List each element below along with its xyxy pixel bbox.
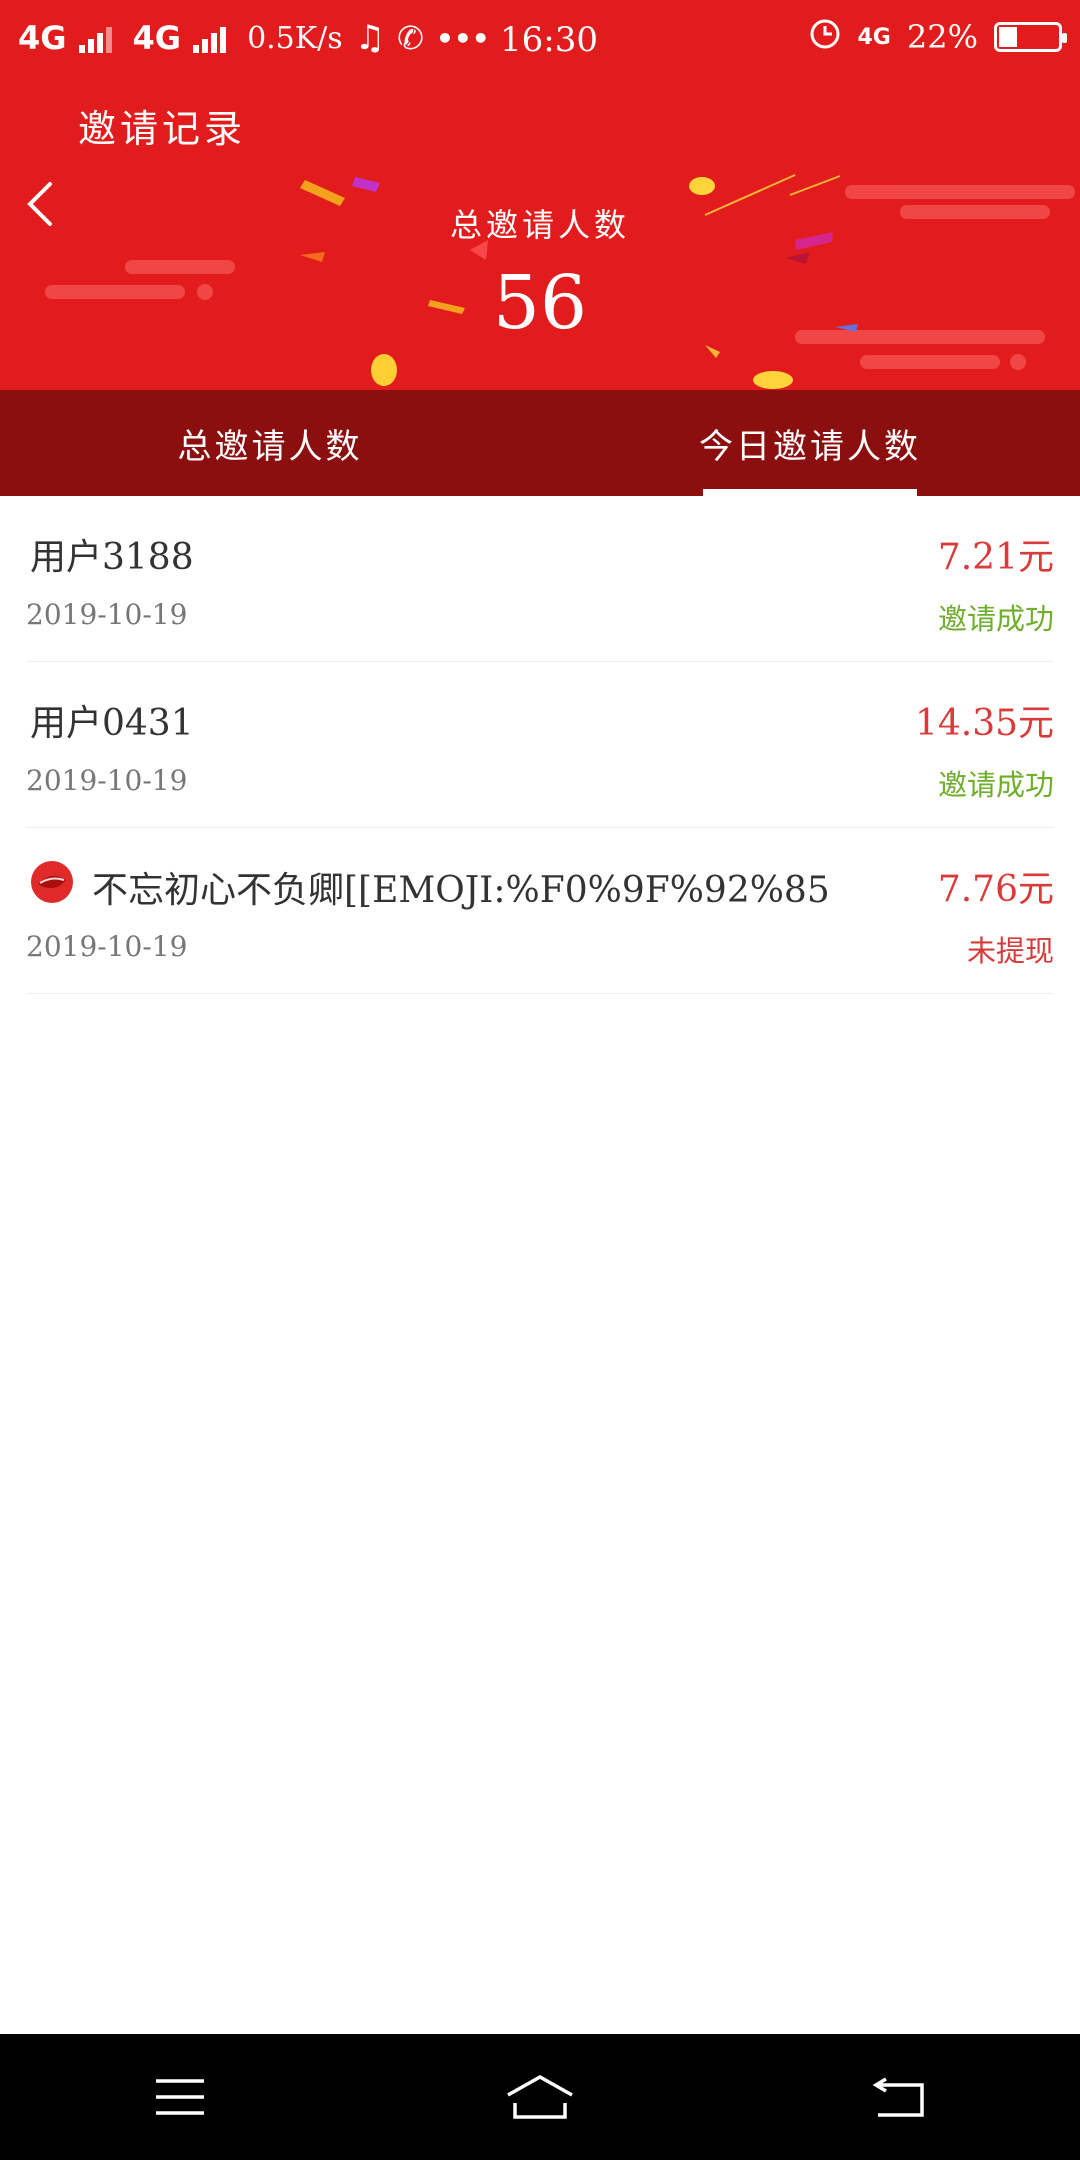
phone-icon: ✆ xyxy=(397,19,424,57)
tab-today-invites[interactable]: 今日邀请人数 xyxy=(540,390,1080,496)
status-bar: 4G 4G 0.5K/s ♫ ✆ ••• 16:30 4G 22% xyxy=(0,0,1080,80)
record-date: 2019-10-19 xyxy=(26,598,188,631)
record-amount: 7.21元 xyxy=(937,537,1054,578)
record-user-name-text: 用户0431 xyxy=(30,703,194,744)
record-status: 未提现 xyxy=(966,934,1054,968)
total-invite-label: 总邀请人数 xyxy=(449,206,630,244)
lips-icon xyxy=(30,860,74,913)
tab-total-invites-label: 总邀请人数 xyxy=(177,426,363,467)
signal-icon-2 xyxy=(193,23,235,53)
invite-header: 邀请记录 总邀请人数 56 xyxy=(0,80,1080,390)
home-icon xyxy=(507,2074,573,2119)
status-time: 16:30 xyxy=(500,20,598,60)
record-user-name: 用户3188 xyxy=(30,528,194,580)
home-button[interactable] xyxy=(480,2052,600,2142)
invite-record-list: 用户3188 2019-10-19 7.21元 邀请成功 用户0431 2019… xyxy=(26,496,1054,994)
status-right: 4G 22% xyxy=(808,16,1067,58)
record-user-name-text: 不忘初心不负卿[[EMOJI:%F0%9F%92%85 xyxy=(92,869,830,911)
list-item[interactable]: 用户3188 2019-10-19 7.21元 邀请成功 xyxy=(26,496,1054,662)
menu-icon xyxy=(156,2079,204,2115)
signal-icon xyxy=(78,23,121,53)
list-item[interactable]: 不忘初心不负卿[[EMOJI:%F0%9F%92%85 2019-10-19 7… xyxy=(26,828,1054,994)
record-amount: 14.35元 xyxy=(914,703,1054,744)
battery-percent: 22% xyxy=(906,18,978,56)
battery-icon xyxy=(994,22,1067,52)
total-invite-count: 56 xyxy=(492,260,588,346)
system-nav-bar xyxy=(0,2034,1080,2160)
return-icon xyxy=(872,2077,924,2117)
record-user-name: 用户0431 xyxy=(30,694,194,746)
tab-bar: 总邀请人数 今日邀请人数 xyxy=(0,390,1080,496)
music-icon: ♫ xyxy=(354,18,386,58)
network-label-1: 4G xyxy=(18,19,67,57)
tab-total-invites[interactable]: 总邀请人数 xyxy=(0,390,540,496)
back-nav-button[interactable] xyxy=(840,2052,960,2142)
record-user-name-text: 用户3188 xyxy=(30,537,194,578)
record-date: 2019-10-19 xyxy=(26,930,188,963)
speed-label: 0.5K/s xyxy=(247,20,343,56)
network-label-2: 4G xyxy=(132,19,182,57)
record-user-name: 不忘初心不负卿[[EMOJI:%F0%9F%92%85 xyxy=(30,860,830,913)
network-label-3: 4G xyxy=(857,24,891,50)
more-icon: ••• xyxy=(435,21,490,55)
record-date: 2019-10-19 xyxy=(26,764,188,797)
alarm-icon xyxy=(808,16,842,58)
record-amount: 7.76元 xyxy=(937,869,1054,910)
record-status: 邀请成功 xyxy=(937,768,1054,802)
tab-today-invites-label: 今日邀请人数 xyxy=(699,426,921,467)
menu-button[interactable] xyxy=(120,2052,240,2142)
record-status: 邀请成功 xyxy=(937,602,1054,636)
status-left: 4G 4G 0.5K/s ♫ ✆ ••• xyxy=(18,18,490,58)
page-title: 邀请记录 xyxy=(78,107,247,151)
list-item[interactable]: 用户0431 2019-10-19 14.35元 邀请成功 xyxy=(26,662,1054,828)
